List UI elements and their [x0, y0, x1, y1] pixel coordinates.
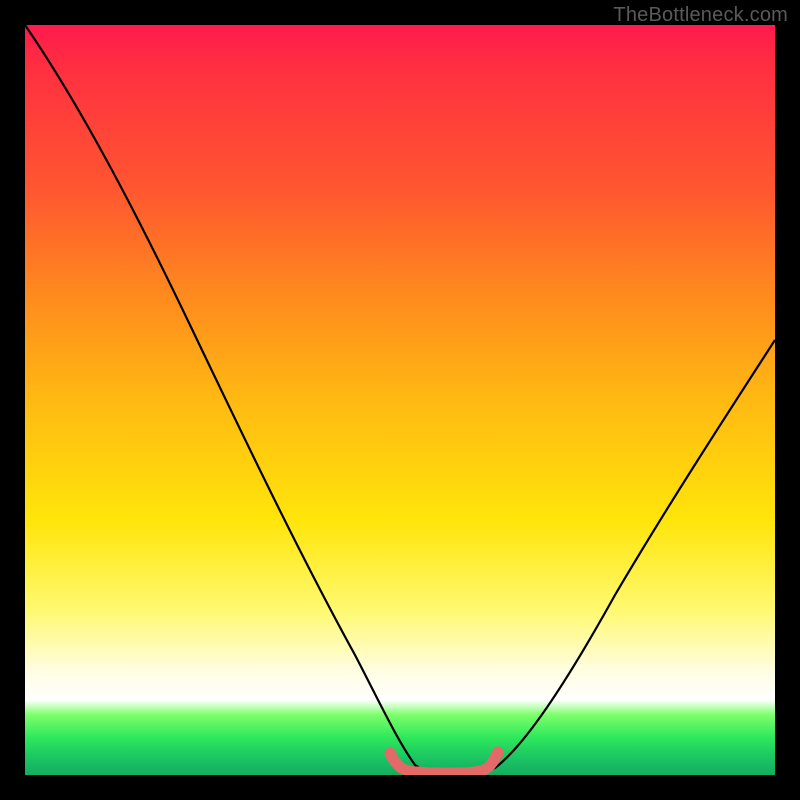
valley-highlight [390, 752, 498, 773]
chart-frame: TheBottleneck.com [0, 0, 800, 800]
bottleneck-curve [25, 25, 775, 773]
plot-area [25, 25, 775, 775]
valley-dot [493, 748, 504, 759]
curve-layer [25, 25, 775, 775]
valley-dot [386, 749, 397, 760]
watermark-text: TheBottleneck.com [613, 4, 788, 27]
